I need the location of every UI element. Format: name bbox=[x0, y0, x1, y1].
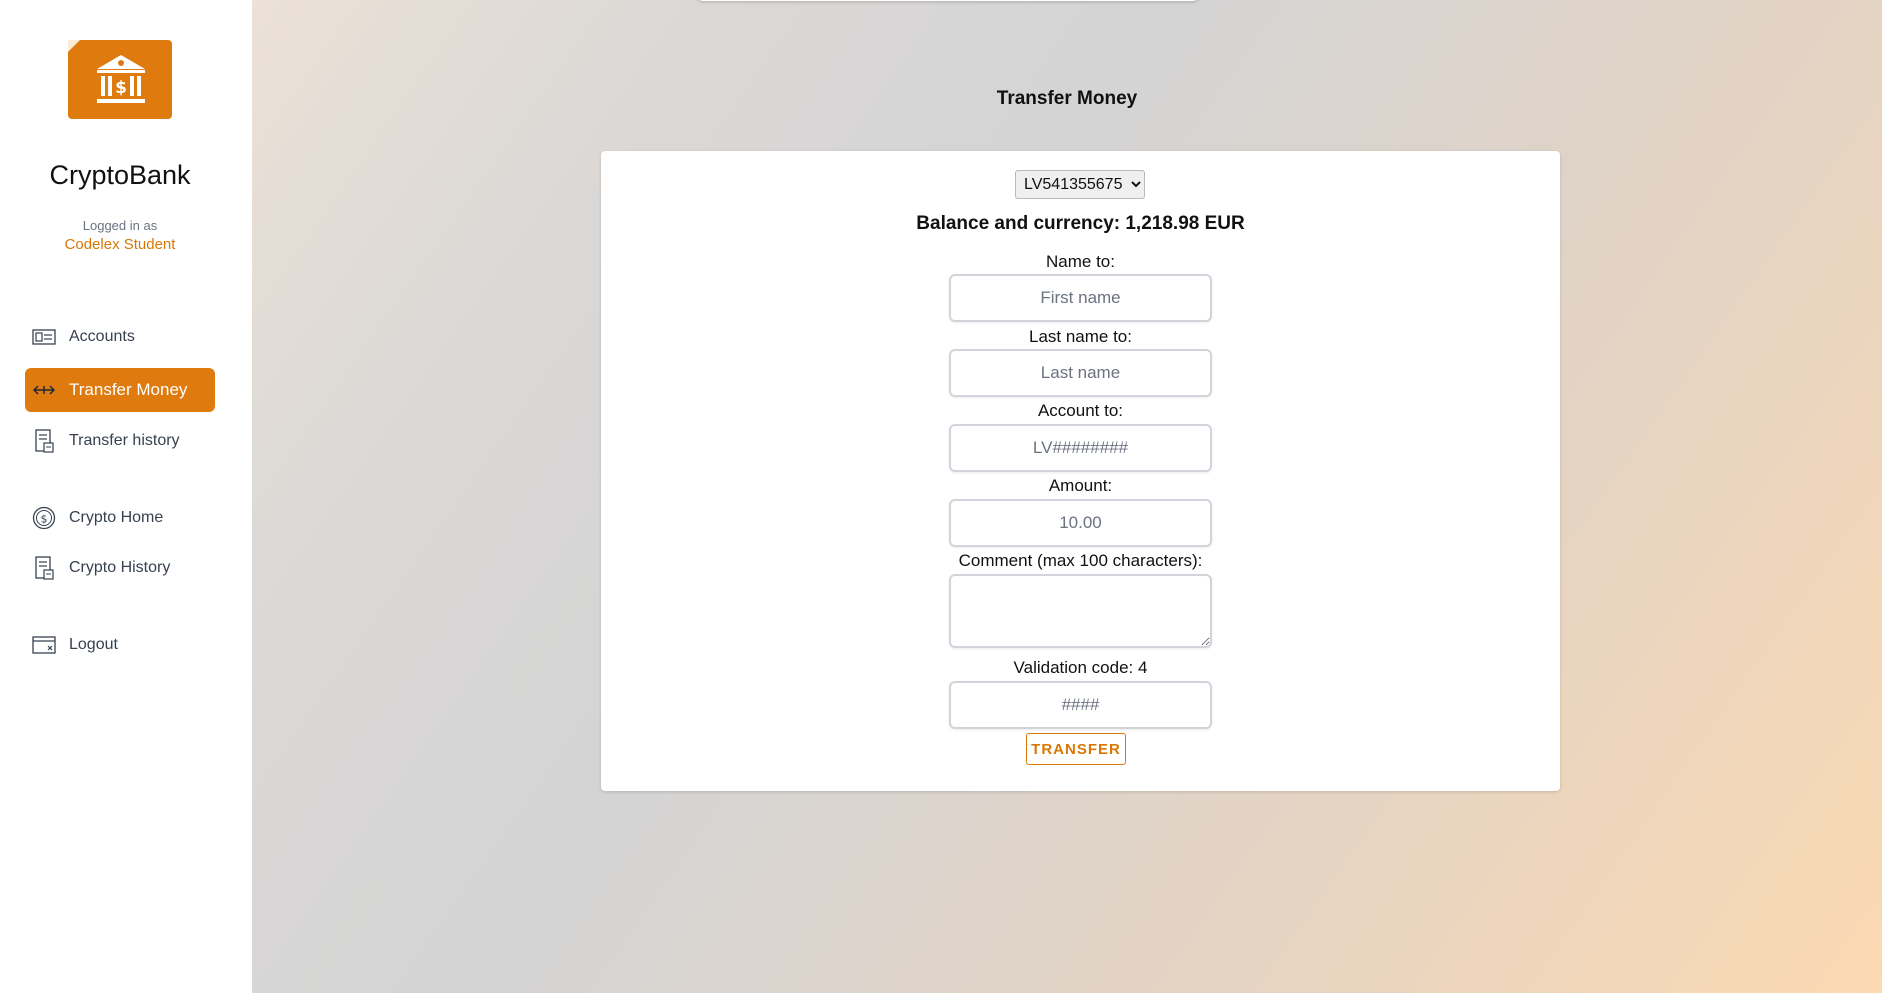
sidebar-item-transfer-history[interactable]: Transfer history bbox=[25, 419, 215, 463]
comment-textarea[interactable] bbox=[949, 574, 1212, 648]
top-panel-edge bbox=[697, 0, 1199, 1]
svg-text:$: $ bbox=[41, 513, 48, 526]
account-to-label: Account to: bbox=[1037, 401, 1124, 420]
last-name-input[interactable] bbox=[949, 349, 1212, 397]
bank-logo-icon: $ bbox=[68, 40, 172, 119]
sidebar: $ CryptoBank Logged in as Codelex Studen… bbox=[0, 0, 252, 993]
logged-in-user[interactable]: Codelex Student bbox=[0, 236, 240, 253]
transfer-form-card: LV541355675 Balance and currency: 1,218.… bbox=[601, 151, 1560, 791]
amount-label: Amount: bbox=[1048, 476, 1113, 495]
logout-window-icon bbox=[32, 633, 56, 657]
validation-code-input[interactable] bbox=[949, 681, 1212, 729]
svg-text:$: $ bbox=[115, 78, 127, 98]
validation-code-label: Validation code: 4 bbox=[1013, 658, 1148, 677]
app-name: CryptoBank bbox=[49, 160, 191, 190]
receipt-icon bbox=[32, 429, 56, 453]
account-to-input[interactable] bbox=[949, 424, 1212, 472]
balance-text: Balance and currency: 1,218.98 EUR bbox=[916, 213, 1245, 234]
sidebar-item-label: Transfer history bbox=[69, 432, 180, 449]
sidebar-item-label: Crypto Home bbox=[69, 509, 164, 526]
sidebar-item-label: Accounts bbox=[69, 328, 135, 345]
sidebar-item-accounts[interactable]: Accounts bbox=[25, 315, 215, 359]
comment-label: Comment (max 100 characters): bbox=[958, 551, 1203, 570]
amount-input[interactable] bbox=[949, 499, 1212, 547]
sidebar-item-label: Logout bbox=[69, 636, 118, 653]
sidebar-item-crypto-history[interactable]: Crypto History bbox=[25, 546, 215, 590]
sidebar-item-crypto-home[interactable]: $ Crypto Home bbox=[25, 496, 215, 540]
sidebar-item-logout[interactable]: Logout bbox=[25, 623, 215, 667]
sidebar-item-label: Crypto History bbox=[69, 559, 171, 576]
last-name-label: Last name to: bbox=[1028, 327, 1132, 346]
transfer-arrows-icon bbox=[32, 378, 56, 402]
account-select[interactable]: LV541355675 bbox=[1015, 170, 1145, 199]
name-label: Name to: bbox=[1046, 252, 1115, 271]
sidebar-item-transfer-money[interactable]: Transfer Money bbox=[25, 368, 215, 412]
coin-icon: $ bbox=[32, 506, 56, 530]
sidebar-item-label: Transfer Money bbox=[69, 380, 188, 399]
logged-in-label: Logged in as bbox=[82, 218, 158, 233]
first-name-input[interactable] bbox=[949, 274, 1212, 322]
accounts-card-icon bbox=[32, 325, 56, 349]
page-title: Transfer Money bbox=[996, 88, 1138, 109]
transfer-button[interactable]: TRANSFER bbox=[1026, 733, 1126, 765]
receipt-icon bbox=[32, 556, 56, 580]
